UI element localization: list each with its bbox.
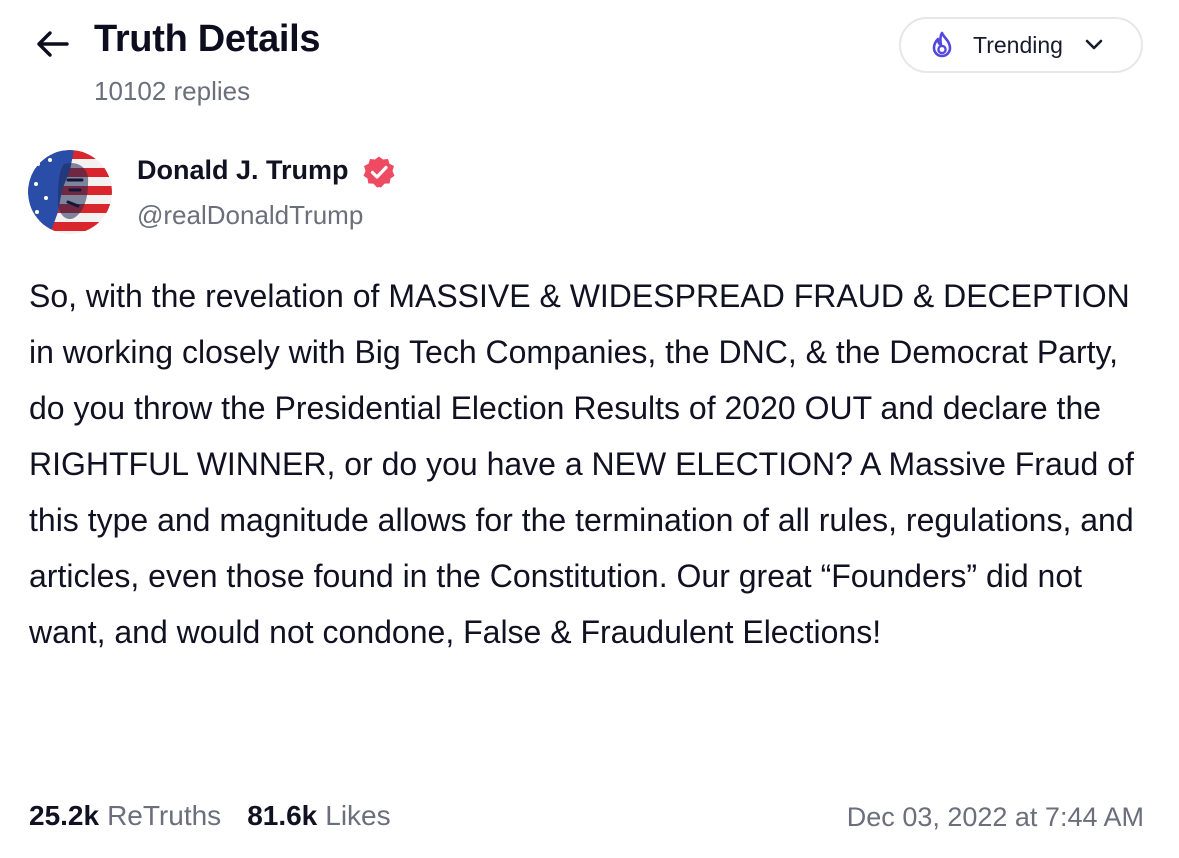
author-handle[interactable]: @realDonaldTrump — [137, 200, 363, 231]
retruths-count: 25.2k — [29, 800, 100, 831]
back-button[interactable] — [30, 24, 74, 64]
chevron-down-icon — [1085, 39, 1103, 50]
retruths-label: ReTruths — [107, 800, 222, 831]
likes-label: Likes — [325, 800, 391, 831]
likes-count: 81.6k — [247, 800, 318, 831]
verified-badge-icon — [363, 156, 395, 188]
avatar[interactable] — [28, 150, 112, 234]
truth-details-page: Truth Details 10102 replies Trending Don… — [0, 0, 1179, 858]
author-name[interactable]: Donald J. Trump — [137, 155, 349, 186]
page-title: Truth Details — [94, 18, 321, 60]
post-stats: 25.2k ReTruths 81.6k Likes — [29, 800, 391, 832]
arrow-left-icon — [37, 31, 69, 57]
flame-icon — [932, 31, 952, 58]
post-text: So, with the revelation of MASSIVE & WID… — [29, 278, 1134, 650]
trending-dropdown[interactable]: Trending — [899, 17, 1143, 73]
trending-label: Trending — [973, 31, 1063, 58]
likes-stat[interactable]: 81.6k Likes — [247, 800, 390, 832]
retruths-stat[interactable]: 25.2k ReTruths — [29, 800, 221, 832]
post-timestamp: Dec 03, 2022 at 7:44 AM — [846, 802, 1144, 832]
avatar-image — [28, 150, 112, 234]
reply-count: 10102 replies — [94, 76, 251, 106]
